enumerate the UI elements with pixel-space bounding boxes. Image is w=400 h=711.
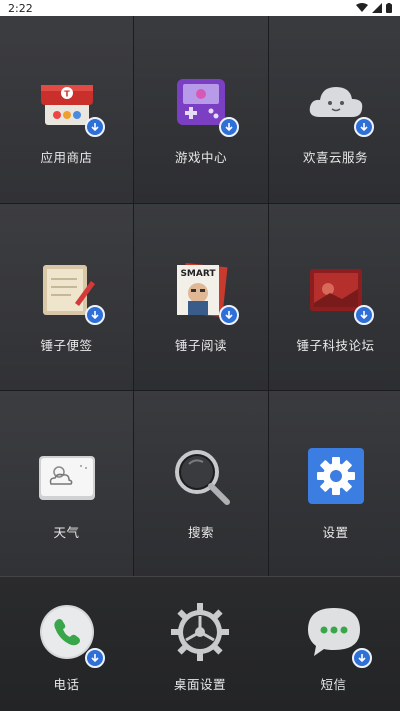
reader-tile[interactable]: SMART 锤子阅读 (134, 204, 268, 390)
tile-label: 锤子科技论坛 (296, 337, 375, 353)
tile-label: 锤子便签 (40, 337, 93, 353)
download-badge-icon (353, 304, 374, 325)
notepad-icon (37, 259, 105, 325)
download-badge-icon (219, 304, 239, 325)
download-badge-icon (351, 647, 372, 668)
app-store-icon: T (37, 71, 105, 137)
dock-label: 短信 (320, 676, 347, 692)
dock: 电话 桌面设置 短信 (0, 576, 400, 711)
status-bar: 2:22 (0, 0, 400, 16)
cloud-service-tile[interactable]: 欢喜云服务 (269, 16, 400, 203)
forum-icon (306, 259, 374, 325)
notes-tile[interactable]: 锤子便签 (0, 204, 133, 390)
battery-icon (386, 3, 392, 13)
download-badge-icon (84, 304, 105, 325)
status-icons (356, 3, 392, 13)
steering-gear-icon (170, 602, 230, 662)
magazine-icon: SMART (171, 259, 239, 325)
settings-tile[interactable]: 设置 (269, 391, 400, 578)
game-console-icon (171, 71, 239, 137)
weather-icon (37, 446, 97, 506)
tile-label: 锤子阅读 (174, 337, 227, 353)
status-time: 2:22 (8, 1, 33, 15)
tile-label: 设置 (322, 525, 349, 540)
dock-label: 电话 (53, 676, 80, 692)
tile-label: 游戏中心 (174, 150, 227, 165)
gear-icon (306, 446, 366, 506)
tile-label: 天气 (53, 525, 80, 540)
cloud-icon (306, 71, 374, 137)
search-icon (171, 446, 231, 506)
download-badge-icon (353, 117, 374, 137)
phone-app[interactable]: 电话 (0, 577, 133, 711)
wifi-icon (356, 3, 368, 12)
signal-icon (372, 3, 382, 13)
desktop-settings-app[interactable]: 桌面设置 (133, 577, 267, 711)
tile-label: 应用商店 (40, 150, 93, 165)
weather-tile[interactable]: 天气 (0, 391, 133, 578)
download-badge-icon (84, 647, 105, 668)
svg-text:T: T (64, 90, 70, 99)
dock-label: 桌面设置 (173, 676, 226, 692)
sms-app[interactable]: 短信 (267, 577, 400, 711)
download-badge-icon (84, 117, 105, 137)
search-tile[interactable]: 搜索 (134, 391, 268, 578)
message-bubble-icon (304, 602, 372, 668)
tile-label: 欢喜云服务 (302, 150, 368, 165)
phone-icon (37, 602, 105, 668)
download-badge-icon (219, 117, 239, 137)
app-grid: T 应用商店 游戏中心 欢喜云服务 锤子便签 SMART 锤子阅读 锤子科技论坛… (0, 16, 400, 578)
forum-tile[interactable]: 锤子科技论坛 (269, 204, 400, 390)
game-center-tile[interactable]: 游戏中心 (134, 16, 268, 203)
tile-label: 搜索 (187, 525, 214, 540)
magazine-title: SMART (180, 269, 216, 279)
app-store-tile[interactable]: T 应用商店 (0, 16, 133, 203)
